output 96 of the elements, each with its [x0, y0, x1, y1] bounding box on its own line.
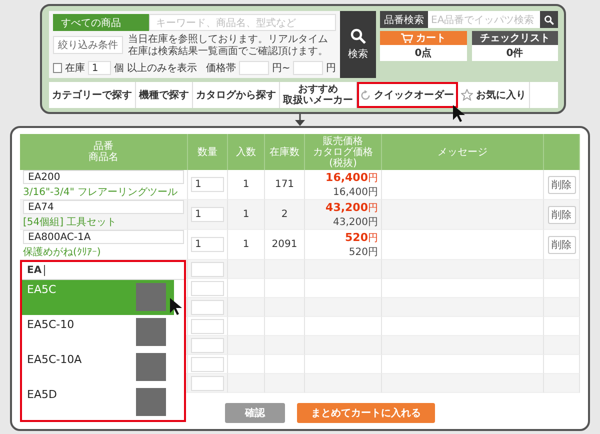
cart-count: 0点 — [414, 46, 433, 61]
nav-tab[interactable]: 機種で探す — [136, 82, 193, 108]
price-range-label: 価格帯 — [206, 62, 236, 75]
nav-tab[interactable]: おすすめ 取扱いメーカー — [280, 82, 357, 108]
delete-button[interactable]: 削除 — [548, 206, 576, 224]
column-header: 品番 商品名 — [20, 134, 188, 170]
cart-icon — [400, 33, 413, 43]
product-code-field[interactable]: EA200 — [23, 170, 184, 184]
star-icon — [461, 89, 473, 101]
checklist-label: チェックリスト — [472, 31, 558, 45]
part-search-button[interactable] — [540, 11, 558, 28]
connector-arrow — [295, 114, 305, 126]
search-icon — [544, 14, 554, 24]
table-cell — [265, 336, 305, 355]
price-from-field[interactable] — [239, 61, 269, 75]
nav-tab[interactable]: クイックオーダー — [357, 82, 458, 108]
stock-count: 2091 — [265, 230, 305, 260]
photo-placeholder — [136, 283, 166, 311]
stock-label: 在庫 — [64, 62, 85, 75]
table-cell — [265, 374, 305, 393]
mouse-pointer-icon — [453, 105, 465, 122]
sale-price: 16,400 — [326, 170, 368, 184]
catalog-price: 16,400円 — [333, 186, 378, 198]
table-cell — [544, 279, 580, 298]
cart-label: カート — [416, 32, 446, 45]
nav-tab[interactable]: お気に入り — [458, 82, 530, 108]
pack-count: 1 — [228, 230, 265, 260]
currency-unit: 円 — [368, 172, 378, 184]
quantity-field[interactable] — [191, 280, 224, 296]
checklist-panel[interactable]: チェックリスト 0件 — [472, 31, 558, 61]
quantity-field[interactable] — [191, 318, 224, 334]
photo-placeholder — [136, 388, 166, 416]
column-header: 入数 — [228, 134, 265, 170]
stock-suffix: 個 以上のみを表示 — [114, 62, 197, 75]
stock-checkbox[interactable] — [53, 63, 62, 73]
suggestion-item[interactable]: EA5C-10 — [22, 315, 184, 350]
column-header: 販売価格 カタログ価格 (税抜) — [305, 134, 382, 170]
filter-tag[interactable]: 絞り込み条件 — [53, 36, 123, 54]
column-header: 在庫数 — [265, 134, 305, 170]
catalog-price: 43,200円 — [333, 216, 378, 228]
quantity-field[interactable] — [191, 300, 224, 314]
quantity-field[interactable]: 1 — [191, 177, 224, 192]
product-name: 3/16"-3/4" フレアーリングツール — [23, 186, 179, 199]
refresh-icon — [360, 90, 371, 100]
quantity-field[interactable]: 1 — [191, 237, 224, 252]
table-cell — [265, 260, 305, 279]
mouse-pointer-icon — [170, 298, 182, 315]
table-cell — [265, 355, 305, 374]
delete-button[interactable]: 削除 — [548, 176, 576, 194]
table-cell — [265, 317, 305, 336]
part-search-label: 品番検索 — [380, 11, 428, 28]
product-code-field[interactable]: EA74 — [23, 200, 184, 214]
table-cell — [544, 298, 580, 317]
quantity-field[interactable] — [191, 338, 224, 352]
quantity-field[interactable] — [191, 376, 224, 390]
sale-price: 43,200 — [326, 200, 368, 214]
header-cell — [544, 134, 580, 170]
product-name: [54個組] 工具セット — [23, 216, 118, 229]
quantity-field[interactable] — [191, 356, 224, 372]
table-cell — [544, 374, 580, 393]
price-from-suffix: 円~ — [272, 62, 290, 75]
nav-tab[interactable]: カテゴリーで探す — [49, 82, 136, 108]
photo-placeholder — [136, 353, 166, 381]
sale-price: 520 — [345, 230, 368, 244]
currency-unit: 円 — [368, 232, 378, 244]
product-name: 保護めがね(ｸﾘｱｰ) — [23, 246, 102, 259]
pack-count: 1 — [228, 170, 265, 200]
pack-count: 1 — [228, 200, 265, 230]
quantity-field[interactable] — [191, 262, 224, 276]
delete-button[interactable]: 削除 — [548, 236, 576, 254]
stock-quantity-field[interactable]: 1 — [88, 61, 111, 75]
currency-unit: 円 — [368, 202, 378, 214]
table-cell — [544, 317, 580, 336]
table-cell — [265, 279, 305, 298]
price-to-field[interactable] — [293, 61, 324, 75]
nav-tab[interactable]: カタログから探す — [193, 82, 280, 108]
search-button[interactable]: 検索 — [340, 11, 376, 78]
catalog-price: 520円 — [348, 246, 378, 258]
stock-count: 171 — [265, 170, 305, 200]
quantity-field[interactable]: 1 — [191, 207, 224, 222]
suggestion-item[interactable]: EA5C-10A — [22, 350, 184, 385]
product-code-field[interactable]: EA800AC-1A — [23, 230, 184, 244]
category-selector[interactable]: すべての商品 — [53, 14, 149, 31]
stock-count: 2 — [265, 200, 305, 230]
table-cell — [544, 336, 580, 355]
table-cell — [265, 298, 305, 317]
cart-panel[interactable]: カート 0点 — [380, 31, 466, 61]
column-header: メッセージ — [382, 134, 544, 170]
suggestion-item[interactable]: EA5D — [22, 385, 184, 420]
stock-notice: 当日在庫を参照しております。リアルタイム在庫は検索結果一覧画面でご確認頂けます。 — [128, 34, 329, 58]
checklist-count: 0件 — [505, 46, 524, 61]
search-icon — [350, 28, 366, 44]
table-cell — [544, 355, 580, 374]
photo-placeholder — [136, 318, 166, 346]
column-header: 数量 — [188, 134, 228, 170]
price-to-suffix: 円 — [326, 62, 336, 75]
